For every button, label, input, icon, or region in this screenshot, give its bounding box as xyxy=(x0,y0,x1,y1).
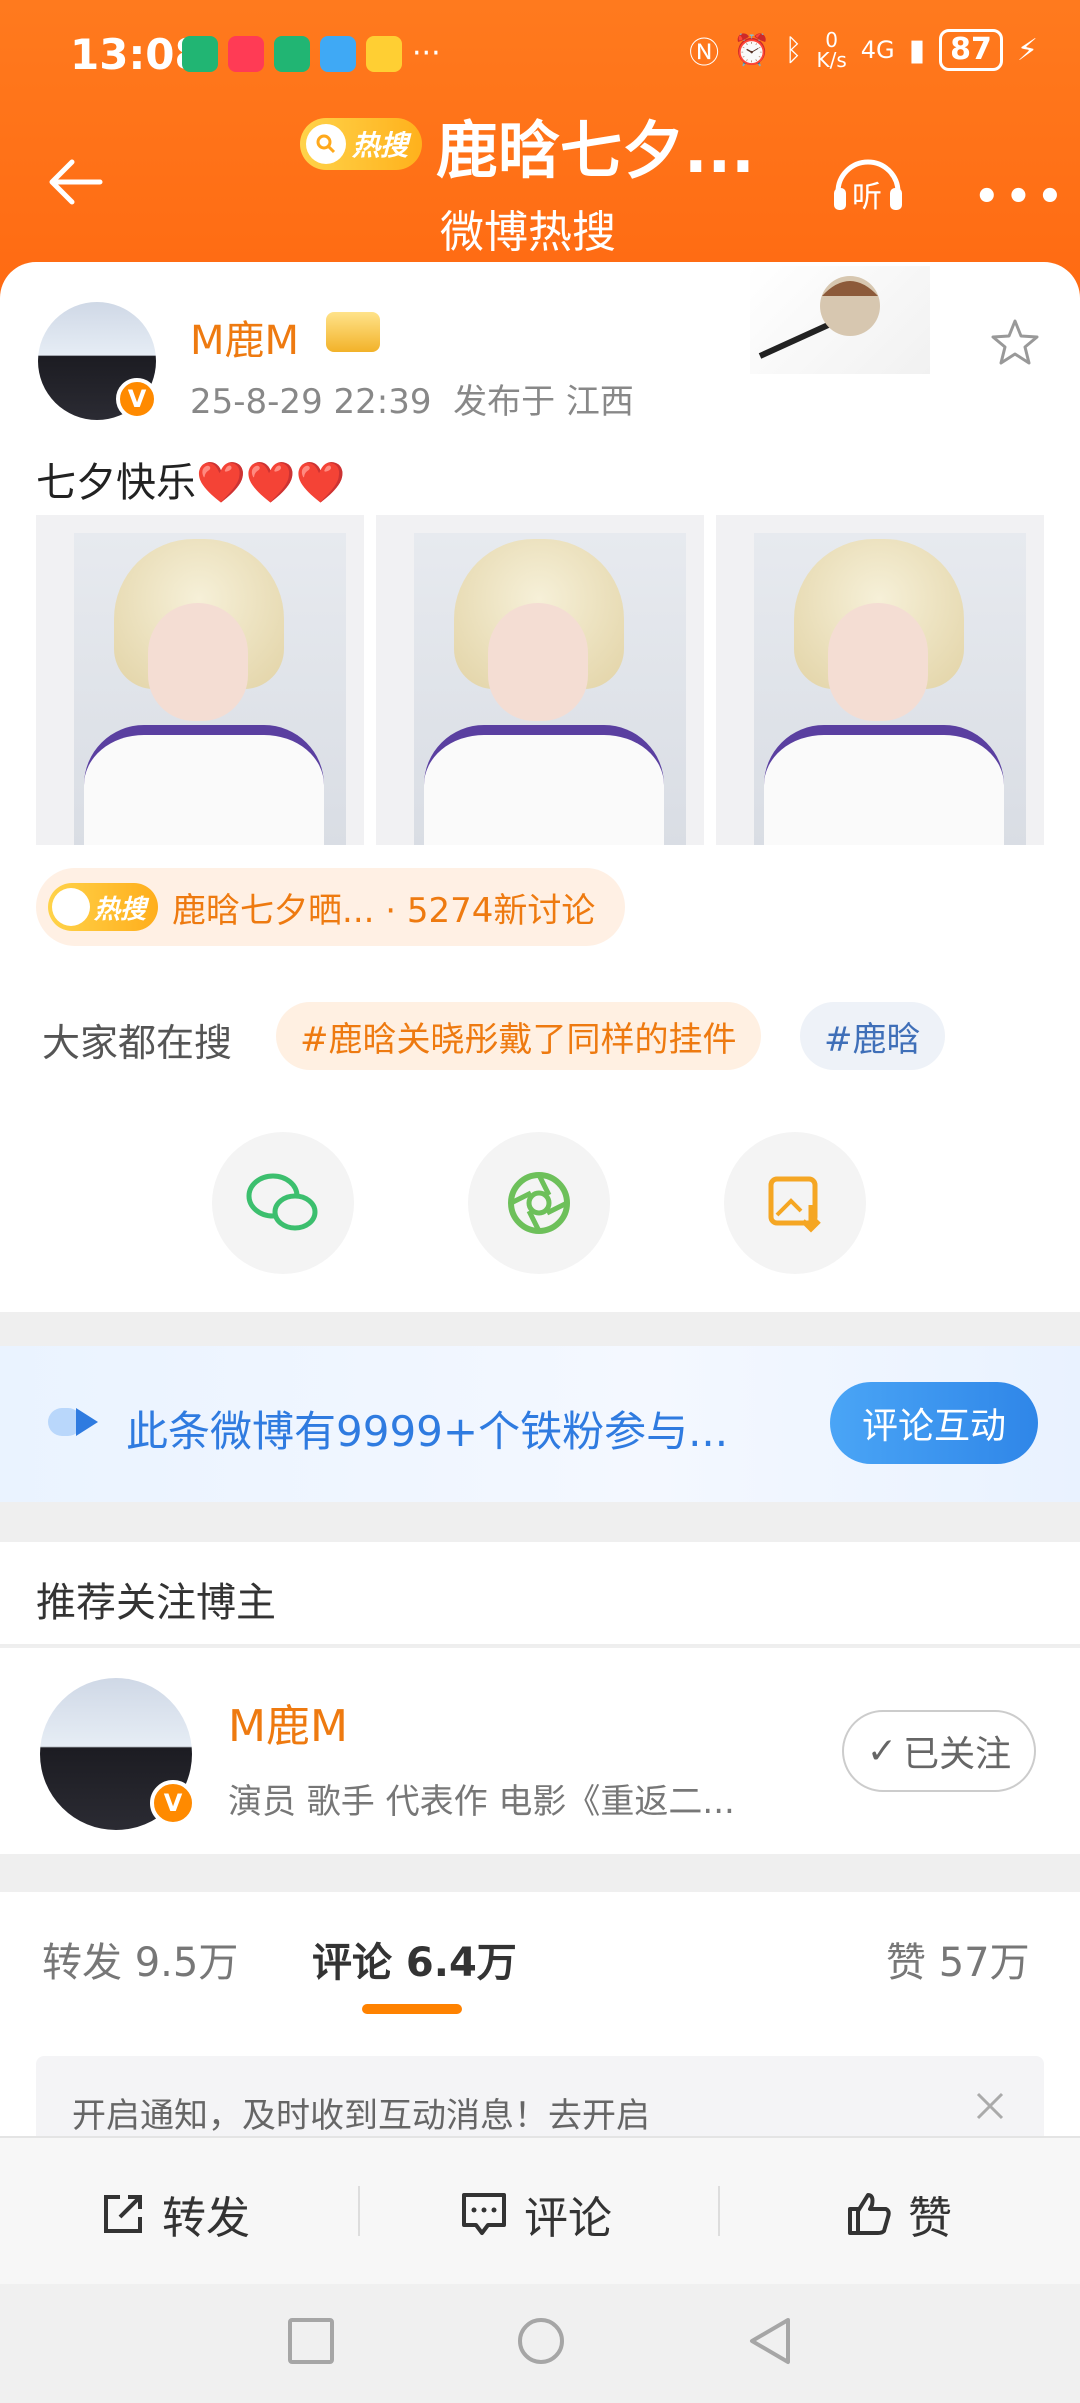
hot-search-badge-small: 热搜 xyxy=(48,883,159,931)
tab-comment[interactable]: 评论 6.4万 xyxy=(312,1930,517,1988)
fans-icon xyxy=(48,1408,98,1436)
nfc-icon: Ⓝ xyxy=(689,36,720,71)
fans-band-text: 此条微博有9999+个铁粉参与... xyxy=(126,1407,729,1456)
search-chip-1[interactable]: #鹿晗关晓彤戴了同样的挂件 xyxy=(276,1002,761,1070)
page-subtitle: 微博热搜 xyxy=(440,207,616,258)
author-decoration-card xyxy=(750,266,930,374)
hearts-emoji: ❤️❤️❤️ xyxy=(196,460,346,506)
divider xyxy=(718,2186,720,2236)
notification-icon xyxy=(274,36,310,72)
page-title: 鹿晗七夕... xyxy=(436,114,755,187)
tab-repost[interactable]: 转发 9.5万 xyxy=(42,1930,238,1988)
nav-back-icon[interactable] xyxy=(744,2314,796,2368)
repost-icon xyxy=(104,2195,142,2233)
home-icon[interactable] xyxy=(518,2318,564,2364)
save-image-button[interactable] xyxy=(724,1132,866,1274)
listen-button[interactable]: 听 xyxy=(828,148,908,218)
tab-like[interactable]: 赞 57万 xyxy=(886,1930,1030,1988)
moments-icon xyxy=(508,1172,570,1234)
recent-apps-icon[interactable] xyxy=(288,2318,334,2364)
recommend-title: 推荐关注博主 xyxy=(36,1580,276,1626)
notification-text[interactable]: 开启通知，及时收到互动消息！去开启 xyxy=(72,2088,650,2137)
status-bar: 13:08 ··· Ⓝ ⏰ ᛒ 0 K/s 4G ▮ 87 ⚡ xyxy=(0,0,1080,110)
share-moments-button[interactable] xyxy=(468,1132,610,1274)
notification-icon xyxy=(182,36,218,72)
status-right: Ⓝ ⏰ ᛒ 0 K/s 4G ▮ 87 ⚡ xyxy=(689,28,1038,72)
search-chip-2[interactable]: #鹿晗 xyxy=(800,1002,945,1070)
post-meta: 25-8-29 22:39 发布于 江西 xyxy=(190,374,634,423)
divider xyxy=(358,2186,360,2236)
tab-indicator xyxy=(362,2004,462,2014)
charging-icon: ⚡ xyxy=(1016,32,1038,68)
check-icon: ✓ xyxy=(866,1730,898,1772)
share-wechat-button[interactable] xyxy=(212,1132,354,1274)
back-arrow-icon[interactable] xyxy=(42,150,106,214)
repost-button[interactable]: 转发 xyxy=(98,2182,250,2246)
hot-search-badge: 热搜 xyxy=(300,118,423,170)
like-button[interactable]: 赞 xyxy=(844,2182,952,2246)
recommend-name[interactable]: M鹿M xyxy=(228,1690,348,1754)
author-name[interactable]: M鹿M xyxy=(190,308,299,366)
comment-button[interactable]: 评论 xyxy=(458,2182,612,2246)
recommend-desc: 演员 歌手 代表作 电影《重返二... xyxy=(228,1782,735,1822)
hot-topic-text: 鹿晗七夕晒... · 5274新讨论 xyxy=(172,890,596,931)
search-icon xyxy=(306,124,346,164)
thumbs-up-icon xyxy=(848,2193,891,2235)
bluetooth-icon: ᛒ xyxy=(784,32,803,68)
battery-icon: 87 xyxy=(939,29,1003,71)
signal-icon: 4G xyxy=(860,36,895,64)
alarm-icon: ⏰ xyxy=(733,32,771,68)
post-photo-3[interactable] xyxy=(716,515,1044,845)
more-notifications-icon: ··· xyxy=(412,36,441,71)
status-app-icons: ··· xyxy=(182,36,441,72)
notification-icon xyxy=(320,36,356,72)
notification-icon xyxy=(228,36,264,72)
weibo-icon xyxy=(366,36,402,72)
net-speed: 0 K/s xyxy=(816,28,847,72)
post-photo-2[interactable] xyxy=(376,515,704,845)
following-button[interactable]: ✓ 已关注 xyxy=(842,1710,1036,1792)
crown-icon xyxy=(326,312,380,352)
comment-icon xyxy=(462,2193,506,2235)
wechat-icon xyxy=(246,1173,318,1231)
search-icon xyxy=(52,888,90,926)
signal-bars-icon: ▮ xyxy=(908,32,926,68)
close-icon[interactable] xyxy=(970,2086,1010,2126)
post-datetime: 25-8-29 22:39 xyxy=(190,382,432,422)
verified-badge: V xyxy=(116,378,158,420)
save-image-icon xyxy=(768,1176,821,1233)
post-text: 七夕快乐❤️❤️❤️ xyxy=(36,460,346,506)
comment-interact-button[interactable]: 评论互动 xyxy=(830,1382,1038,1464)
hot-topic-link[interactable]: 热搜 鹿晗七夕晒... · 5274新讨论 xyxy=(36,868,626,946)
post-photo-1[interactable] xyxy=(36,515,364,845)
search-label: 大家都在搜 xyxy=(42,1021,233,1065)
post-location: 发布于 江西 xyxy=(453,382,634,422)
more-options-icon[interactable]: ••• xyxy=(974,174,1069,220)
verified-badge: V xyxy=(150,1780,196,1826)
favorite-star-icon[interactable] xyxy=(988,316,1042,370)
